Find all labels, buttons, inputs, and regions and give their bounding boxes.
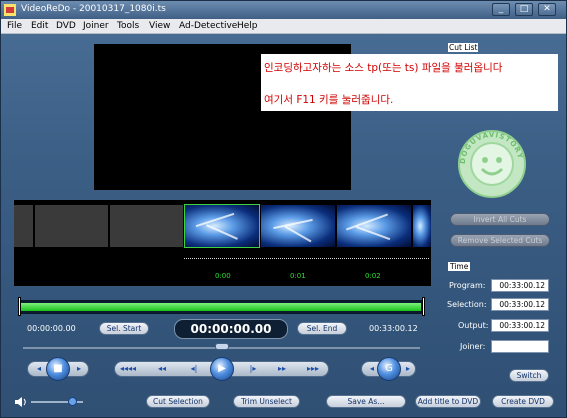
close-button[interactable]: ✕ [538,3,556,16]
switch-button[interactable]: Switch [509,369,549,382]
window-title: VideoReDo - 20010317_1080i.ts [21,4,166,14]
menu-bar: File Edit DVD Joiner Tools View Ad-Detec… [1,19,566,34]
menu-tools[interactable]: Tools [117,21,139,31]
maximize-button[interactable]: □ [515,3,533,16]
output-label: Output: [458,321,489,330]
next-small-icon[interactable]: ▸ [70,363,88,375]
trim-unselect-button[interactable]: Trim Unselect [233,395,300,408]
empty-frame [35,205,109,247]
app-icon [4,4,16,16]
menu-joiner[interactable]: Joiner [83,21,109,31]
end-time-label: 00:33:00.12 [369,324,418,333]
save-as-button[interactable]: Save As... [326,395,406,408]
remove-selected-cuts-button[interactable]: Remove Selected Cuts [450,234,550,247]
instruction-line-1: 인코딩하고자하는 소스 tp(또는 ts) 파일을 불러옵니다 [264,62,503,74]
frame-thumbnail[interactable] [337,205,411,247]
goto-button[interactable]: G [377,357,401,381]
rewind-far-icon[interactable]: ◂◂◂◂ [119,363,137,375]
cut-list-label: Cut List [448,43,479,52]
create-dvd-button[interactable]: Create DVD [492,395,554,408]
menu-view[interactable]: View [149,21,170,31]
timecode-label: 0:01 [290,272,306,280]
stop-button[interactable]: ■ [46,357,70,381]
frame-thumbnail[interactable] [184,204,260,248]
end-marker[interactable] [422,297,425,316]
title-bar: VideoReDo - 20010317_1080i.ts _ □ ✕ [1,1,566,19]
sel-start-button[interactable]: Sel. Start [99,322,149,335]
scrub-slider-knob[interactable] [215,343,229,350]
empty-frame [14,205,34,247]
timeline-strip[interactable]: 0:00 0:01 0:02 [14,200,431,286]
minimize-button[interactable]: _ [492,3,510,16]
watermark-seal: DOGUVAVISTORY [458,130,526,198]
sel-end-button[interactable]: Sel. End [297,322,347,335]
step-back-icon[interactable]: ◂| [185,363,203,375]
cut-selection-button[interactable]: Cut Selection [146,395,210,408]
joiner-time-field [491,340,549,353]
program-time-field: 00:33:00.12 [491,279,549,292]
selection-label: Selection: [447,300,487,309]
instruction-line-2: 여기서 F11 키를 눌러줍니다. [264,94,394,106]
current-time-display: 00:00:00.00 [174,319,288,339]
timecode-label: 0:02 [365,272,381,280]
selection-time-field: 00:33:00.12 [491,298,549,311]
instruction-note: 인코딩하고자하는 소스 tp(또는 ts) 파일을 불러옵니다 여기서 F11 … [261,54,558,111]
start-marker[interactable] [18,297,21,316]
menu-dvd[interactable]: DVD [56,21,76,31]
next-cut-icon[interactable]: ▸ [399,363,417,375]
menu-edit[interactable]: Edit [31,21,48,31]
rewind-icon[interactable]: ◂◂ [153,363,171,375]
frame-thumbnail[interactable] [413,205,431,247]
fast-forward-icon[interactable]: ▸▸ [273,363,291,375]
menu-file[interactable]: File [7,21,22,31]
position-bar[interactable] [19,300,425,314]
menu-ad-detective[interactable]: Ad-Detective [179,21,237,31]
timeline-ruler [184,258,429,259]
fast-forward-far-icon[interactable]: ▸▸▸ [304,363,322,375]
step-forward-icon[interactable]: |▸ [244,363,262,375]
timecode-label: 0:00 [215,272,231,280]
start-time-label: 00:00:00.00 [27,324,76,333]
frame-thumbnail[interactable] [261,205,335,247]
play-button[interactable]: ▶ [210,357,234,381]
invert-all-cuts-button[interactable]: Invert All Cuts [450,213,550,226]
volume-slider-knob[interactable] [68,397,77,406]
program-label: Program: [449,281,486,290]
empty-frame [110,205,184,247]
menu-help[interactable]: Help [237,21,258,31]
app-window: VideoReDo - 20010317_1080i.ts _ □ ✕ File… [0,0,567,418]
joiner-label: Joiner: [460,342,486,351]
position-fill [21,303,421,311]
time-panel-label: Time [448,262,471,271]
add-title-to-dvd-button[interactable]: Add title to DVD [415,395,481,408]
speaker-icon[interactable] [14,396,28,408]
output-time-field: 00:33:00.12 [491,319,549,332]
